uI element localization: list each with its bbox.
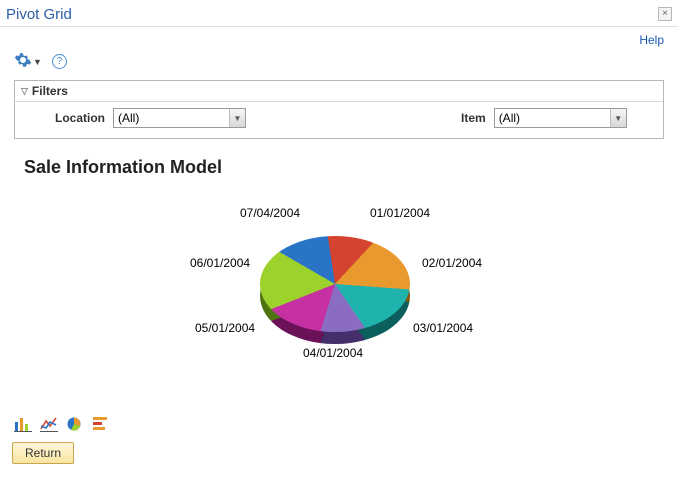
item-dropdown-button[interactable]: ▼ [610,109,626,127]
filter-item: Item ▼ [461,108,627,128]
pie-graphic [260,236,410,332]
line-chart-icon[interactable] [40,416,58,432]
chart-title: Sale Information Model [24,157,678,178]
help-link[interactable]: Help [639,33,664,47]
close-button[interactable]: × [658,7,672,21]
question-icon: ? [57,56,63,67]
slice-label-7: 07/04/2004 [240,206,300,220]
filter-location: Location ▼ [55,108,246,128]
item-input[interactable] [495,109,610,127]
close-icon: × [662,8,668,19]
chevron-down-icon: ▼ [234,114,242,123]
help-row: Help [0,27,678,49]
pie-chart: 01/01/2004 02/01/2004 03/01/2004 04/01/2… [0,188,678,398]
location-select[interactable]: ▼ [113,108,246,128]
gear-icon [14,51,32,72]
toolbar: ▼ ? [0,49,678,80]
chevron-down-icon: ▼ [614,114,622,123]
settings-menu-button[interactable]: ▼ [14,51,42,72]
collapse-icon: ▽ [21,86,28,97]
help-icon-button[interactable]: ? [52,54,67,69]
horizontal-bar-chart-icon[interactable] [92,416,110,432]
filters-title: Filters [32,84,68,98]
filters-header[interactable]: ▽ Filters [15,81,663,102]
slice-label-2: 02/01/2004 [422,256,482,270]
item-select[interactable]: ▼ [494,108,627,128]
slice-label-6: 06/01/2004 [190,256,250,270]
pie-top-face [260,236,410,332]
slice-label-1: 01/01/2004 [370,206,430,220]
slice-label-3: 03/01/2004 [413,321,473,335]
slice-label-5: 05/01/2004 [195,321,255,335]
location-label: Location [55,111,105,125]
bar-chart-icon[interactable] [14,416,32,432]
location-input[interactable] [114,109,229,127]
slice-label-4: 04/01/2004 [303,346,363,360]
return-button[interactable]: Return [12,442,74,464]
footer-row: Return [0,432,678,464]
filters-panel: ▽ Filters Location ▼ Item ▼ [14,80,664,139]
window-title: Pivot Grid [6,6,72,23]
chevron-down-icon: ▼ [33,57,42,67]
title-bar: Pivot Grid × [0,0,678,24]
item-label: Item [461,111,486,125]
filters-body: Location ▼ Item ▼ [15,102,663,138]
chart-type-toolbar [0,398,678,432]
pie-chart-icon[interactable] [66,416,84,432]
location-dropdown-button[interactable]: ▼ [229,109,245,127]
